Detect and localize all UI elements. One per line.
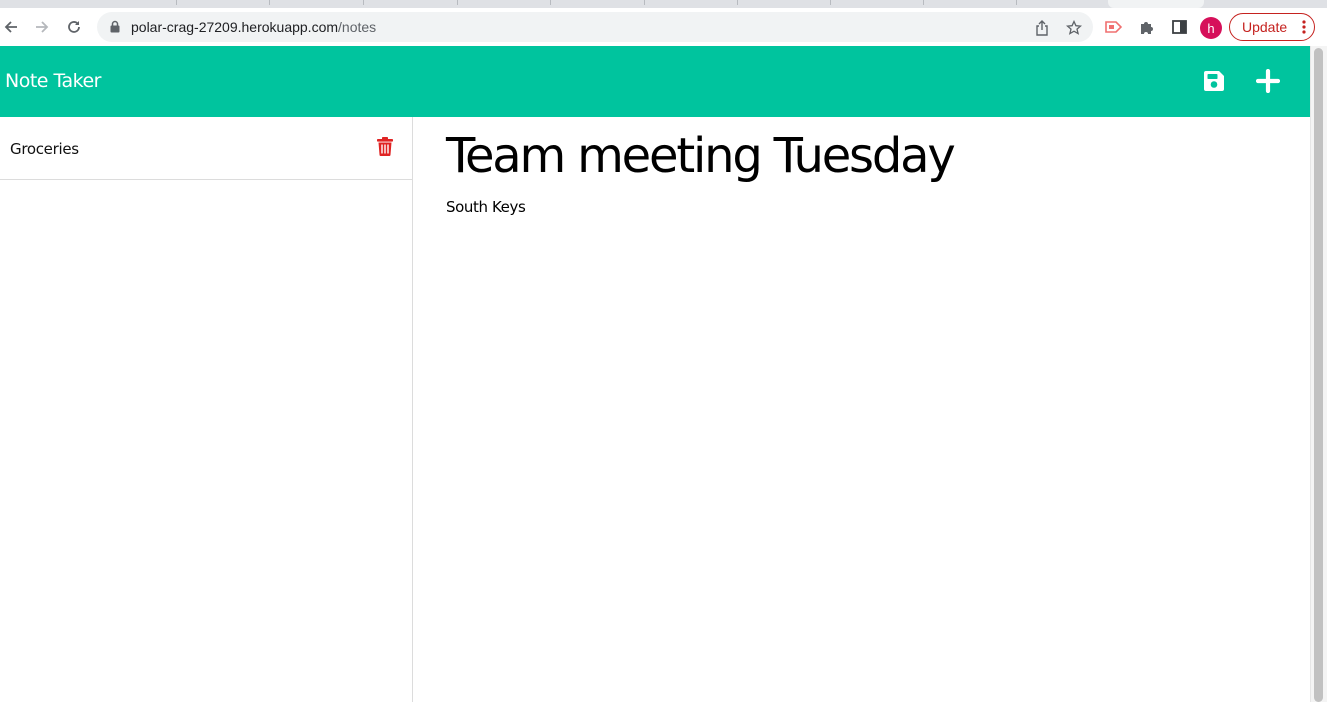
kebab-menu-icon bbox=[1302, 20, 1306, 34]
tag-extension-button[interactable] bbox=[1105, 18, 1123, 36]
arrow-left-icon bbox=[4, 21, 17, 33]
notes-sidebar: Groceries bbox=[0, 117, 413, 702]
tab-separator bbox=[363, 0, 364, 5]
reload-icon bbox=[68, 21, 80, 33]
update-button[interactable]: Update bbox=[1229, 13, 1315, 41]
scrollbar-thumb[interactable] bbox=[1314, 48, 1323, 702]
back-button[interactable] bbox=[0, 16, 22, 38]
page-scrollbar[interactable] bbox=[1310, 46, 1327, 702]
forward-button[interactable] bbox=[31, 16, 53, 38]
side-panel-button[interactable] bbox=[1170, 18, 1188, 36]
bookmark-button[interactable] bbox=[1065, 19, 1083, 37]
save-icon bbox=[1204, 71, 1224, 91]
new-note-button[interactable] bbox=[1255, 68, 1281, 94]
tag-extension-icon bbox=[1105, 21, 1123, 33]
reload-button[interactable] bbox=[63, 16, 85, 38]
side-panel-icon bbox=[1171, 20, 1187, 34]
lock-icon bbox=[110, 20, 120, 33]
tab-separator bbox=[737, 0, 738, 5]
star-icon bbox=[1066, 20, 1082, 35]
tab-separator bbox=[457, 0, 458, 5]
url-host: polar-crag-27209.herokuapp.com bbox=[131, 19, 339, 35]
puzzle-icon bbox=[1141, 22, 1153, 34]
share-icon bbox=[1036, 20, 1048, 36]
address-bar[interactable]: polar-crag-27209.herokuapp.com/notes bbox=[97, 12, 1093, 42]
url-text: polar-crag-27209.herokuapp.com/notes bbox=[131, 19, 376, 35]
note-list-item[interactable]: Groceries bbox=[0, 117, 412, 180]
delete-note-button[interactable] bbox=[375, 136, 395, 156]
tab-separator bbox=[550, 0, 551, 5]
arrow-right-icon bbox=[36, 21, 49, 33]
profile-avatar[interactable]: h bbox=[1200, 17, 1222, 39]
note-body-textarea[interactable]: South Keys bbox=[446, 198, 526, 216]
active-tab[interactable] bbox=[1108, 0, 1204, 8]
app-header: Note Taker bbox=[0, 46, 1310, 117]
url-path: /notes bbox=[338, 19, 377, 35]
tab-strip bbox=[0, 0, 1327, 8]
tab-separator bbox=[176, 0, 177, 5]
tab-separator bbox=[923, 0, 924, 5]
browser-toolbar: polar-crag-27209.herokuapp.com/notes h U… bbox=[0, 8, 1327, 46]
note-title-input[interactable]: Team meeting Tuesday bbox=[446, 128, 956, 184]
update-label: Update bbox=[1242, 19, 1288, 35]
tab-separator bbox=[1016, 0, 1017, 5]
note-list-item-title: Groceries bbox=[10, 140, 79, 158]
app-title[interactable]: Note Taker bbox=[5, 70, 101, 92]
tab-separator bbox=[830, 0, 831, 5]
tab-separator bbox=[644, 0, 645, 5]
tab-separator bbox=[269, 0, 270, 5]
extensions-button[interactable] bbox=[1138, 18, 1156, 36]
trash-icon bbox=[377, 136, 393, 156]
save-note-button[interactable] bbox=[1201, 68, 1227, 94]
plus-icon bbox=[1256, 69, 1280, 93]
share-button[interactable] bbox=[1033, 19, 1051, 37]
